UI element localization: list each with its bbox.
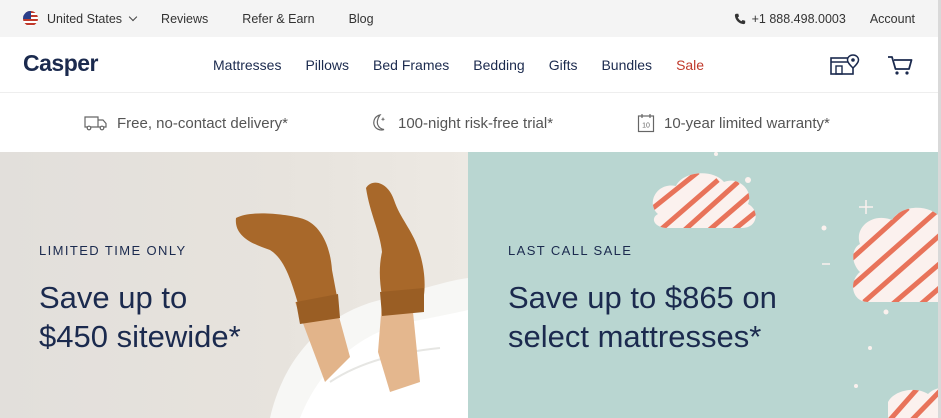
store-locator-icon[interactable] [830,54,860,76]
us-flag-icon[interactable] [23,11,38,26]
hero-left-headline: Save up to $450 sitewide* [39,278,241,356]
benefit-warranty-label: 10-year limited warranty* [664,114,830,132]
moon-icon [373,114,386,131]
nav-item-gifts[interactable]: Gifts [549,57,578,73]
benefit-trial-label: 100-night risk-free trial* [398,114,554,132]
nav-item-pillows[interactable]: Pillows [305,57,349,73]
main-nav: Casper Mattresses Pillows Bed Frames Bed… [0,37,941,92]
benefit-delivery: Free, no-contact delivery* [84,93,288,153]
chevron-down-icon[interactable] [128,12,138,21]
nav-item-mattresses[interactable]: Mattresses [213,57,281,73]
country-selector[interactable]: United States [47,12,122,26]
refer-earn-link[interactable]: Refer & Earn [242,12,314,26]
hero-right-headline: Save up to $865 on select mattresses* [508,278,777,356]
nav-item-bedding[interactable]: Bedding [473,57,524,73]
blog-link[interactable]: Blog [349,12,374,26]
hero-right-headline-line1: Save up to $865 on [508,280,777,315]
account-link[interactable]: Account [870,12,915,26]
nav-menu: Mattresses Pillows Bed Frames Bedding Gi… [213,37,728,92]
hero-promo-sitewide[interactable]: LIMITED TIME ONLY Save up to $450 sitewi… [0,152,468,418]
benefits-bar: Free, no-contact delivery* 100-night ris… [0,92,941,152]
nav-item-bed-frames[interactable]: Bed Frames [373,57,449,73]
hero-promo-last-call[interactable]: LAST CALL SALE Save up to $865 on select… [468,152,941,418]
benefit-delivery-label: Free, no-contact delivery* [117,114,288,132]
casper-logo[interactable]: Casper [23,50,98,77]
svg-text:10: 10 [642,123,650,130]
hero-left-eyebrow: LIMITED TIME ONLY [39,243,187,258]
cart-icon[interactable] [887,54,913,76]
hero-right-headline-line2: select mattresses* [508,319,762,354]
benefit-trial: 100-night risk-free trial* [369,93,553,153]
nav-item-bundles[interactable]: Bundles [601,57,652,73]
hero-left-headline-line1: Save up to [39,280,188,315]
hero-right-eyebrow: LAST CALL SALE [508,243,633,258]
nav-item-sale[interactable]: Sale [676,57,704,73]
calendar-icon: 10 [637,114,655,133]
phone-number-link[interactable]: +1 888.498.0003 [752,12,846,26]
phone-icon [734,13,745,24]
utility-bar: United States Reviews Refer & Earn Blog … [0,0,941,37]
truck-icon [84,116,107,131]
reviews-link[interactable]: Reviews [161,12,208,26]
benefit-warranty: 10 10-year limited warranty* [637,93,830,153]
hero-left-headline-line2: $450 sitewide* [39,319,241,354]
